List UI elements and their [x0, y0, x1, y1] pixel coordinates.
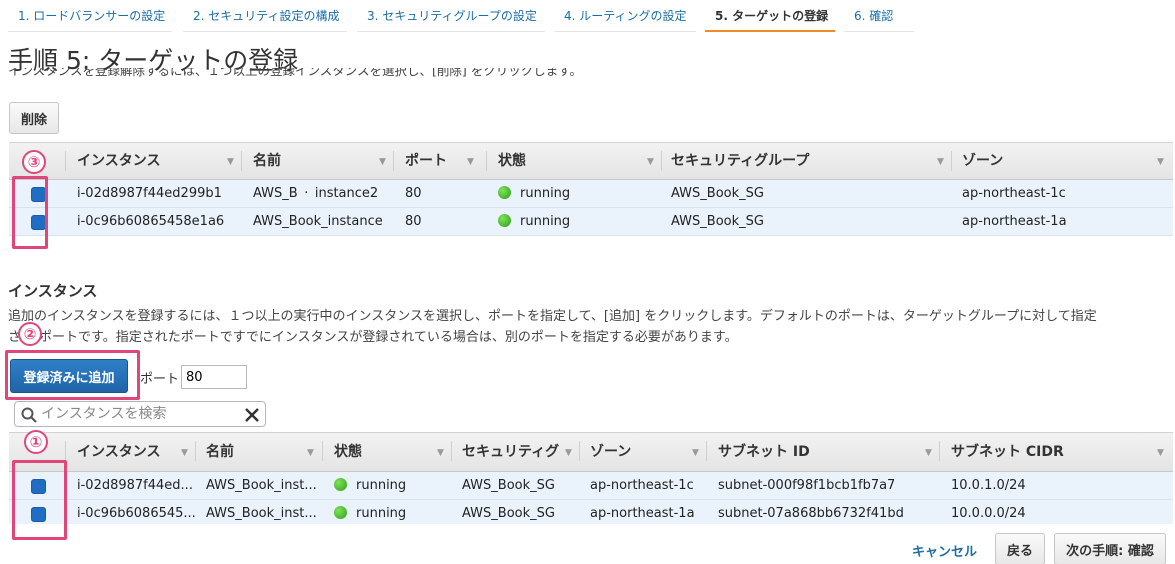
- sort-icon[interactable]: ▼: [565, 433, 572, 473]
- instances-description-line2: さポートです。指定されたポートですでにインスタンスが登録されている場合は、別のポ…: [8, 330, 738, 345]
- annotation-2: ②: [18, 322, 42, 346]
- col-instance[interactable]: インスタンス: [77, 143, 160, 179]
- cell-instance: i-0c96b60865458e1a6: [77, 214, 225, 229]
- col-port[interactable]: ポート: [405, 143, 447, 179]
- col-state[interactable]: 状態: [498, 143, 526, 179]
- sort-icon[interactable]: ▼: [467, 143, 474, 181]
- cell-security-group: AWS_Book_SG: [671, 214, 764, 229]
- sort-icon[interactable]: ▼: [937, 143, 944, 181]
- wizard-step-2[interactable]: 2. セキュリティ設定の構成: [183, 0, 347, 32]
- cell-subnet-id: subnet-07a868bb6732f41bd: [718, 506, 904, 521]
- delete-button[interactable]: 削除: [9, 102, 59, 134]
- cell-state: running: [334, 500, 406, 524]
- cell-name: AWS_Book_inst...: [206, 506, 317, 521]
- cell-instance: i-02d8987f44ed...: [77, 478, 193, 493]
- cell-subnet-id: subnet-000f98f1bcb1fb7a7: [718, 478, 896, 493]
- cell-zone: ap-northeast-1a: [962, 214, 1067, 229]
- col-security-group[interactable]: セキュリティグループ: [671, 143, 809, 179]
- available-instances-table: インスタンス ▼ 名前 ▼ 状態 ▼ セキュリティグ ▼ ゾーン ▼ サブネット…: [9, 432, 1173, 524]
- sort-icon[interactable]: ▼: [647, 143, 654, 181]
- table-row[interactable]: i-0c96b60865458e1a6 AWS_Book_instance 80…: [9, 208, 1173, 236]
- cell-port: 80: [405, 186, 422, 201]
- status-running-icon: [498, 214, 511, 227]
- cell-zone: ap-northeast-1c: [962, 186, 1066, 201]
- wizard-steps: 1. ロードバランサーの設定 2. セキュリティ設定の構成 3. セキュリティグ…: [0, 0, 1175, 32]
- cell-security-group: AWS_Book_SG: [671, 186, 764, 201]
- search-input[interactable]: [41, 404, 237, 424]
- add-to-registered-button[interactable]: 登録済みに追加: [10, 359, 128, 393]
- instances-section-title: インスタンス: [8, 282, 98, 300]
- highlight-box-1: [12, 460, 67, 540]
- col-subnet-cidr[interactable]: サブネット CIDR: [951, 433, 1064, 471]
- sort-icon[interactable]: ▼: [925, 433, 932, 473]
- col-instance[interactable]: インスタンス: [77, 433, 160, 471]
- wizard-step-1[interactable]: 1. ロードバランサーの設定: [8, 0, 172, 32]
- search-icon: [21, 407, 37, 423]
- instances-table-header: インスタンス ▼ 名前 ▼ 状態 ▼ セキュリティグ ▼ ゾーン ▼ サブネット…: [9, 432, 1173, 472]
- registered-table-header: インスタンス ▼ 名前 ▼ ポート ▼ 状態 ▼ セキュリティグループ ▼ ゾー…: [9, 142, 1173, 180]
- annotation-1: ①: [24, 430, 48, 454]
- col-subnet-id[interactable]: サブネット ID: [718, 433, 810, 471]
- col-zone[interactable]: ゾーン: [962, 143, 1003, 179]
- instance-search[interactable]: [14, 401, 266, 427]
- wizard-step-5[interactable]: 5. ターゲットの登録: [705, 0, 835, 32]
- status-running-icon: [498, 186, 511, 199]
- cell-zone: ap-northeast-1c: [590, 478, 694, 493]
- col-name[interactable]: 名前: [253, 143, 281, 179]
- sort-icon[interactable]: ▼: [227, 143, 234, 181]
- cell-subnet-cidr: 10.0.0.0/24: [951, 506, 1026, 521]
- cell-security-group: AWS_Book_SG: [462, 506, 555, 521]
- sort-icon[interactable]: ▼: [1157, 143, 1164, 181]
- sort-icon[interactable]: ▼: [692, 433, 699, 473]
- cell-instance: i-0c96b6086545...: [77, 506, 196, 521]
- col-name[interactable]: 名前: [206, 433, 234, 471]
- wizard-step-6[interactable]: 6. 確認: [844, 0, 914, 32]
- wizard-step-4[interactable]: 4. ルーティングの設定: [554, 0, 696, 32]
- cell-state: running: [498, 180, 570, 208]
- table-row[interactable]: i-0c96b6086545... AWS_Book_inst... runni…: [9, 500, 1173, 524]
- registered-targets-table: インスタンス ▼ 名前 ▼ ポート ▼ 状態 ▼ セキュリティグループ ▼ ゾー…: [9, 142, 1173, 238]
- cell-security-group: AWS_Book_SG: [462, 478, 555, 493]
- cell-name: AWS_B​ · instance2: [253, 186, 379, 201]
- annotation-3: ③: [22, 150, 46, 174]
- col-zone[interactable]: ゾーン: [590, 433, 631, 471]
- instances-description-line1: 追加のインスタンスを登録するには、１つ以上の実行中のインスタンスを選択し、ポート…: [8, 309, 1097, 324]
- back-button[interactable]: 戻る: [995, 533, 1045, 564]
- cell-state: running: [498, 208, 570, 236]
- table-row[interactable]: i-02d8987f44ed... AWS_Book_inst... runni…: [9, 472, 1173, 500]
- port-input[interactable]: [181, 365, 247, 389]
- cell-name: AWS_Book_inst...: [206, 478, 317, 493]
- wizard-step-3[interactable]: 3. セキュリティグループの設定: [357, 0, 545, 32]
- cancel-link[interactable]: キャンセル: [912, 541, 977, 560]
- next-step-button[interactable]: 次の手順: 確認: [1054, 533, 1166, 564]
- cell-zone: ap-northeast-1a: [590, 506, 695, 521]
- clear-search-icon[interactable]: [245, 408, 259, 422]
- cell-name: AWS_Book_instance: [253, 214, 383, 229]
- col-security-group[interactable]: セキュリティグ: [462, 433, 559, 471]
- sort-icon[interactable]: ▼: [379, 143, 386, 181]
- sort-icon[interactable]: ▼: [437, 433, 444, 473]
- cell-port: 80: [405, 214, 422, 229]
- cell-instance: i-02d8987f44ed299b1: [77, 186, 222, 201]
- sort-icon[interactable]: ▼: [1157, 433, 1164, 473]
- table-row[interactable]: i-02d8987f44ed299b1 AWS_B​ · instance2 8…: [9, 180, 1173, 208]
- sort-icon[interactable]: ▼: [307, 433, 314, 473]
- sort-icon[interactable]: ▼: [181, 433, 188, 473]
- cell-subnet-cidr: 10.0.1.0/24: [951, 478, 1026, 493]
- col-state[interactable]: 状態: [334, 433, 362, 471]
- highlight-box-3: [12, 176, 48, 249]
- cell-state: running: [334, 472, 406, 500]
- page-subtitle: インスタンスを登録解除するには、１つ以上の登録インスタンスを選択し、[削除] を…: [8, 68, 582, 78]
- status-running-icon: [334, 506, 347, 519]
- status-running-icon: [334, 478, 347, 491]
- port-label: ポート: [140, 372, 180, 387]
